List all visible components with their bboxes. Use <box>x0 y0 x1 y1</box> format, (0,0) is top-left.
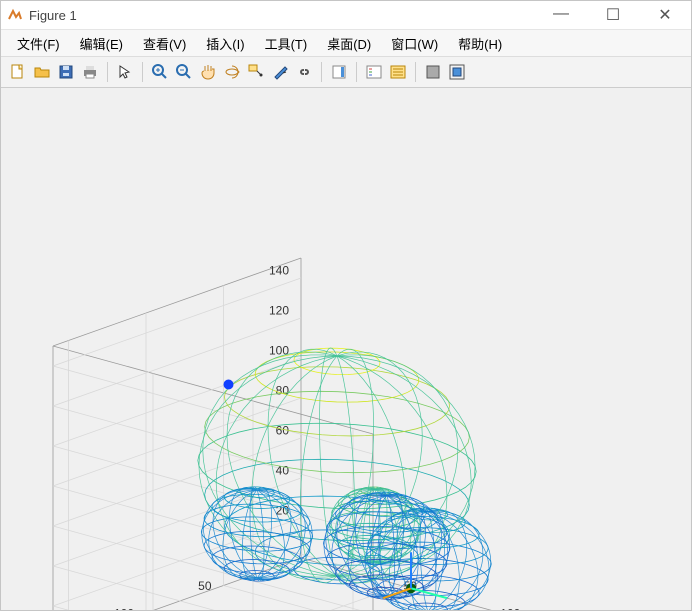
menu-window[interactable]: 窗口(W) <box>383 32 446 55</box>
hide-tools-icon[interactable] <box>422 61 444 83</box>
menu-view[interactable]: 查看(V) <box>135 32 194 55</box>
menu-edit[interactable]: 编辑(E) <box>72 32 131 55</box>
link-icon[interactable] <box>293 61 315 83</box>
svg-text:140: 140 <box>269 264 289 278</box>
menu-desktop[interactable]: 桌面(D) <box>319 32 379 55</box>
colorbar-icon[interactable] <box>328 61 350 83</box>
svg-text:100: 100 <box>114 607 134 610</box>
brush-icon[interactable] <box>269 61 291 83</box>
plot-canvas: 204060801001201405010015050100150 <box>1 88 691 610</box>
menubar: 文件(F) 编辑(E) 查看(V) 插入(I) 工具(T) 桌面(D) 窗口(W… <box>1 30 691 57</box>
save-icon[interactable] <box>55 61 77 83</box>
zoom-out-icon[interactable] <box>173 61 195 83</box>
svg-text:50: 50 <box>198 579 212 593</box>
legend-icon[interactable] <box>363 61 385 83</box>
pointer-icon[interactable] <box>114 61 136 83</box>
print-icon[interactable] <box>79 61 101 83</box>
close-button[interactable]: ✕ <box>645 5 685 25</box>
axes-3d[interactable]: 204060801001201405010015050100150 <box>1 88 691 610</box>
toolbar-separator <box>356 62 357 82</box>
new-file-icon[interactable] <box>7 61 29 83</box>
minimize-button[interactable]: — <box>541 5 581 25</box>
maximize-button[interactable]: ☐ <box>593 5 633 25</box>
toolbar-separator <box>415 62 416 82</box>
menu-file[interactable]: 文件(F) <box>9 32 68 55</box>
open-icon[interactable] <box>31 61 53 83</box>
menu-insert[interactable]: 插入(I) <box>198 32 252 55</box>
toolbar-separator <box>321 62 322 82</box>
zoom-in-icon[interactable] <box>149 61 171 83</box>
window-title: Figure 1 <box>29 8 541 23</box>
menu-tools[interactable]: 工具(T) <box>257 32 316 55</box>
window-controls: — ☐ ✕ <box>541 5 685 25</box>
svg-text:100: 100 <box>500 607 520 610</box>
toolbar-separator <box>107 62 108 82</box>
data-cursor-icon[interactable] <box>245 61 267 83</box>
dock-icon[interactable] <box>446 61 468 83</box>
matlab-icon <box>7 7 23 23</box>
toolbar <box>1 57 691 88</box>
pan-icon[interactable] <box>197 61 219 83</box>
menu-help[interactable]: 帮助(H) <box>450 32 510 55</box>
titlebar: Figure 1 — ☐ ✕ <box>1 1 691 30</box>
svg-text:80: 80 <box>276 384 290 398</box>
toolbar-separator <box>142 62 143 82</box>
figure-window: Figure 1 — ☐ ✕ 文件(F) 编辑(E) 查看(V) 插入(I) 工… <box>0 0 692 611</box>
rotate3d-icon[interactable] <box>221 61 243 83</box>
svg-text:120: 120 <box>269 304 289 318</box>
plot-tools-icon[interactable] <box>387 61 409 83</box>
